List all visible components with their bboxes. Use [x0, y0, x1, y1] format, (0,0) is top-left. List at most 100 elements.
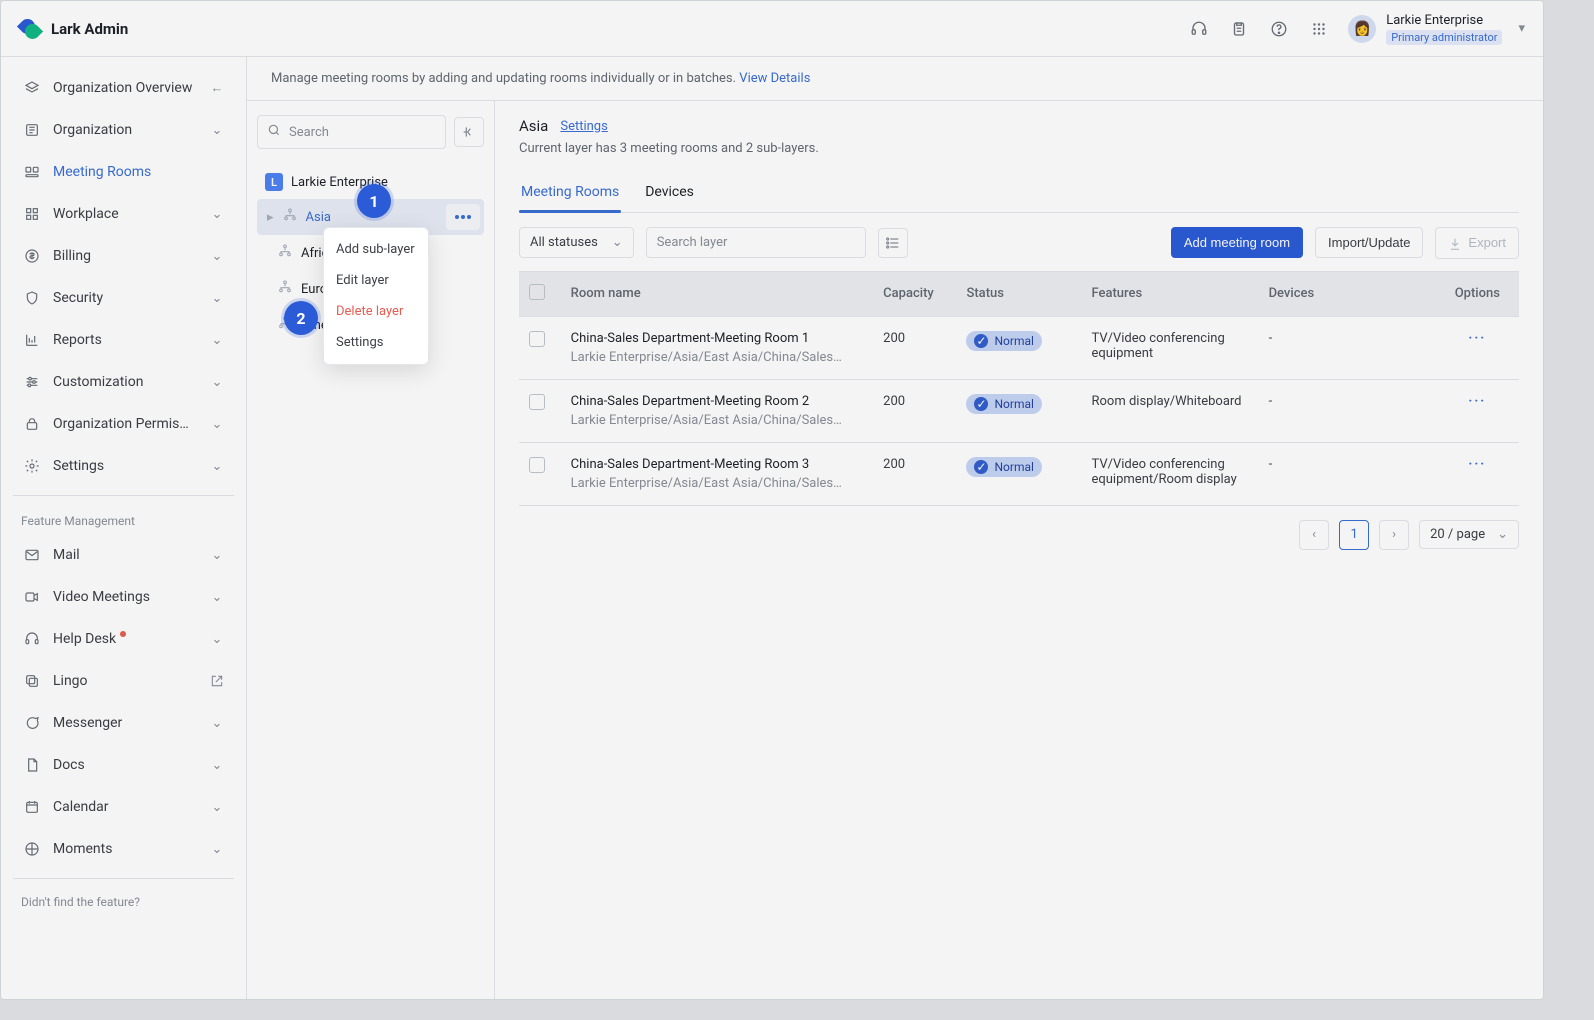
gear-icon: [21, 455, 43, 477]
add-room-button[interactable]: Add meeting room: [1171, 227, 1303, 258]
page-size-select[interactable]: 20 / page⌄: [1419, 520, 1519, 549]
mail-icon: [21, 544, 43, 566]
nav-billing[interactable]: Billing ⌄: [9, 235, 238, 277]
page-1[interactable]: 1: [1339, 520, 1369, 550]
prev-page[interactable]: ‹: [1299, 520, 1329, 550]
chevron-down-icon: ⌄: [208, 291, 226, 306]
tree-more-btn[interactable]: [446, 204, 480, 230]
menu-edit-layer[interactable]: Edit layer: [324, 265, 428, 296]
headset-icon: [21, 628, 43, 650]
calendar-icon: [21, 796, 43, 818]
nav-security[interactable]: Security ⌄: [9, 277, 238, 319]
chevron-down-icon: ⌄: [208, 548, 226, 563]
row-checkbox[interactable]: [529, 331, 545, 347]
layer-icon: [277, 243, 293, 263]
nav-customization[interactable]: Customization ⌄: [9, 361, 238, 403]
next-page[interactable]: ›: [1379, 520, 1409, 550]
context-menu: Add sub-layer Edit layer Delete layer Se…: [323, 227, 429, 365]
table-row: China-Sales Department-Meeting Room 1Lar…: [519, 317, 1519, 380]
user-role: Primary administrator: [1386, 30, 1502, 45]
row-more-icon[interactable]: ···: [1468, 331, 1486, 346]
user-block[interactable]: 👩 Larkie Enterprise Primary administrato…: [1348, 13, 1525, 45]
status-filter[interactable]: All statuses⌄: [519, 227, 634, 258]
table-row: China-Sales Department-Meeting Room 3Lar…: [519, 443, 1519, 506]
sidebar: Organization Overview ← Organization ⌄ M…: [1, 57, 247, 999]
clipboard-icon[interactable]: [1228, 18, 1250, 40]
divider: [13, 495, 234, 496]
row-more-icon[interactable]: ···: [1468, 394, 1486, 409]
toolbar: All statuses⌄ Search layer Add meeting r…: [519, 227, 1519, 259]
view-details-link[interactable]: View Details: [739, 71, 810, 86]
chevron-down-icon: ⌄: [1497, 527, 1508, 542]
export-button[interactable]: Export: [1435, 227, 1519, 259]
menu-delete-layer[interactable]: Delete layer: [324, 296, 428, 327]
tab-meeting-rooms[interactable]: Meeting Rooms: [519, 172, 621, 212]
layers-icon: [21, 77, 43, 99]
chat-icon: [21, 712, 43, 734]
chevron-down-icon: ⌄: [208, 123, 226, 138]
brand-name: Lark Admin: [51, 20, 128, 38]
feature-section-title: Feature Management: [9, 504, 238, 534]
chevron-down-icon: ⌄: [208, 800, 226, 815]
layer-icon: [277, 279, 293, 299]
lock-icon: [21, 413, 43, 435]
nav-video-meetings[interactable]: Video Meetings⌄: [9, 576, 238, 618]
nav-reports[interactable]: Reports ⌄: [9, 319, 238, 361]
chart-icon: [21, 329, 43, 351]
didnt-find[interactable]: Didn't find the feature?: [9, 887, 238, 917]
brand: Lark Admin: [19, 18, 128, 40]
callout-1: 1: [357, 184, 391, 218]
nav-organization[interactable]: Organization ⌄: [9, 109, 238, 151]
nav-mail[interactable]: Mail⌄: [9, 534, 238, 576]
menu-add-sublayer[interactable]: Add sub-layer: [324, 234, 428, 265]
chevron-down-icon: ⌄: [208, 417, 226, 432]
chevron-down-icon: ⌄: [208, 590, 226, 605]
col-status: Status: [956, 271, 1081, 317]
nav-org-overview[interactable]: Organization Overview ←: [9, 67, 238, 109]
status-badge: ✓Normal: [966, 457, 1041, 477]
nav-meeting-rooms[interactable]: Meeting Rooms: [9, 151, 238, 193]
page-desc: Current layer has 3 meeting rooms and 2 …: [519, 141, 1519, 156]
external-link-icon: [208, 674, 226, 688]
app-frame: Lark Admin 👩 Larkie Enterprise Primary a…: [0, 0, 1544, 1000]
chevron-down-icon: ⌄: [208, 375, 226, 390]
tree-collapse-btn[interactable]: [454, 117, 484, 147]
nav-moments[interactable]: Moments⌄: [9, 828, 238, 870]
row-checkbox[interactable]: [529, 394, 545, 410]
row-checkbox[interactable]: [529, 457, 545, 473]
crumbs: Asia Settings: [519, 117, 1519, 135]
search-icon: [267, 123, 281, 141]
check-icon: ✓: [974, 397, 988, 411]
row-more-icon[interactable]: ···: [1468, 457, 1486, 472]
search-layer-input[interactable]: Search layer: [646, 227, 866, 258]
nav-workplace[interactable]: Workplace ⌄: [9, 193, 238, 235]
nav-settings[interactable]: Settings ⌄: [9, 445, 238, 487]
list-view-btn[interactable]: [878, 228, 908, 258]
headset-icon[interactable]: [1188, 18, 1210, 40]
nav-calendar[interactable]: Calendar⌄: [9, 786, 238, 828]
tab-devices[interactable]: Devices: [643, 172, 696, 212]
rooms-icon: [21, 161, 43, 183]
chevron-right-icon: ▸: [267, 210, 274, 225]
org-badge: L: [265, 173, 283, 191]
col-devices: Devices: [1259, 271, 1436, 317]
topbar: Lark Admin 👩 Larkie Enterprise Primary a…: [1, 1, 1543, 57]
title-settings-link[interactable]: Settings: [560, 119, 607, 134]
tree-search[interactable]: Search: [257, 115, 446, 149]
shield-icon: [21, 287, 43, 309]
chevron-down-icon: ⌄: [612, 235, 623, 250]
chevron-down-icon: ⌄: [208, 842, 226, 857]
top-actions: 👩 Larkie Enterprise Primary administrato…: [1188, 13, 1525, 45]
apps-icon[interactable]: [1308, 18, 1330, 40]
select-all-checkbox[interactable]: [529, 284, 545, 300]
nav-lingo[interactable]: Lingo: [9, 660, 238, 702]
nav-docs[interactable]: Docs⌄: [9, 744, 238, 786]
sliders-icon: [21, 371, 43, 393]
nav-help-desk[interactable]: Help Desk⌄: [9, 618, 238, 660]
workspace: Search L Larkie Enterprise ▸ Asia: [247, 101, 1543, 999]
nav-permissions[interactable]: Organization Permis… ⌄: [9, 403, 238, 445]
menu-settings[interactable]: Settings: [324, 327, 428, 358]
import-update-button[interactable]: Import/Update: [1315, 227, 1423, 258]
nav-messenger[interactable]: Messenger⌄: [9, 702, 238, 744]
help-icon[interactable]: [1268, 18, 1290, 40]
